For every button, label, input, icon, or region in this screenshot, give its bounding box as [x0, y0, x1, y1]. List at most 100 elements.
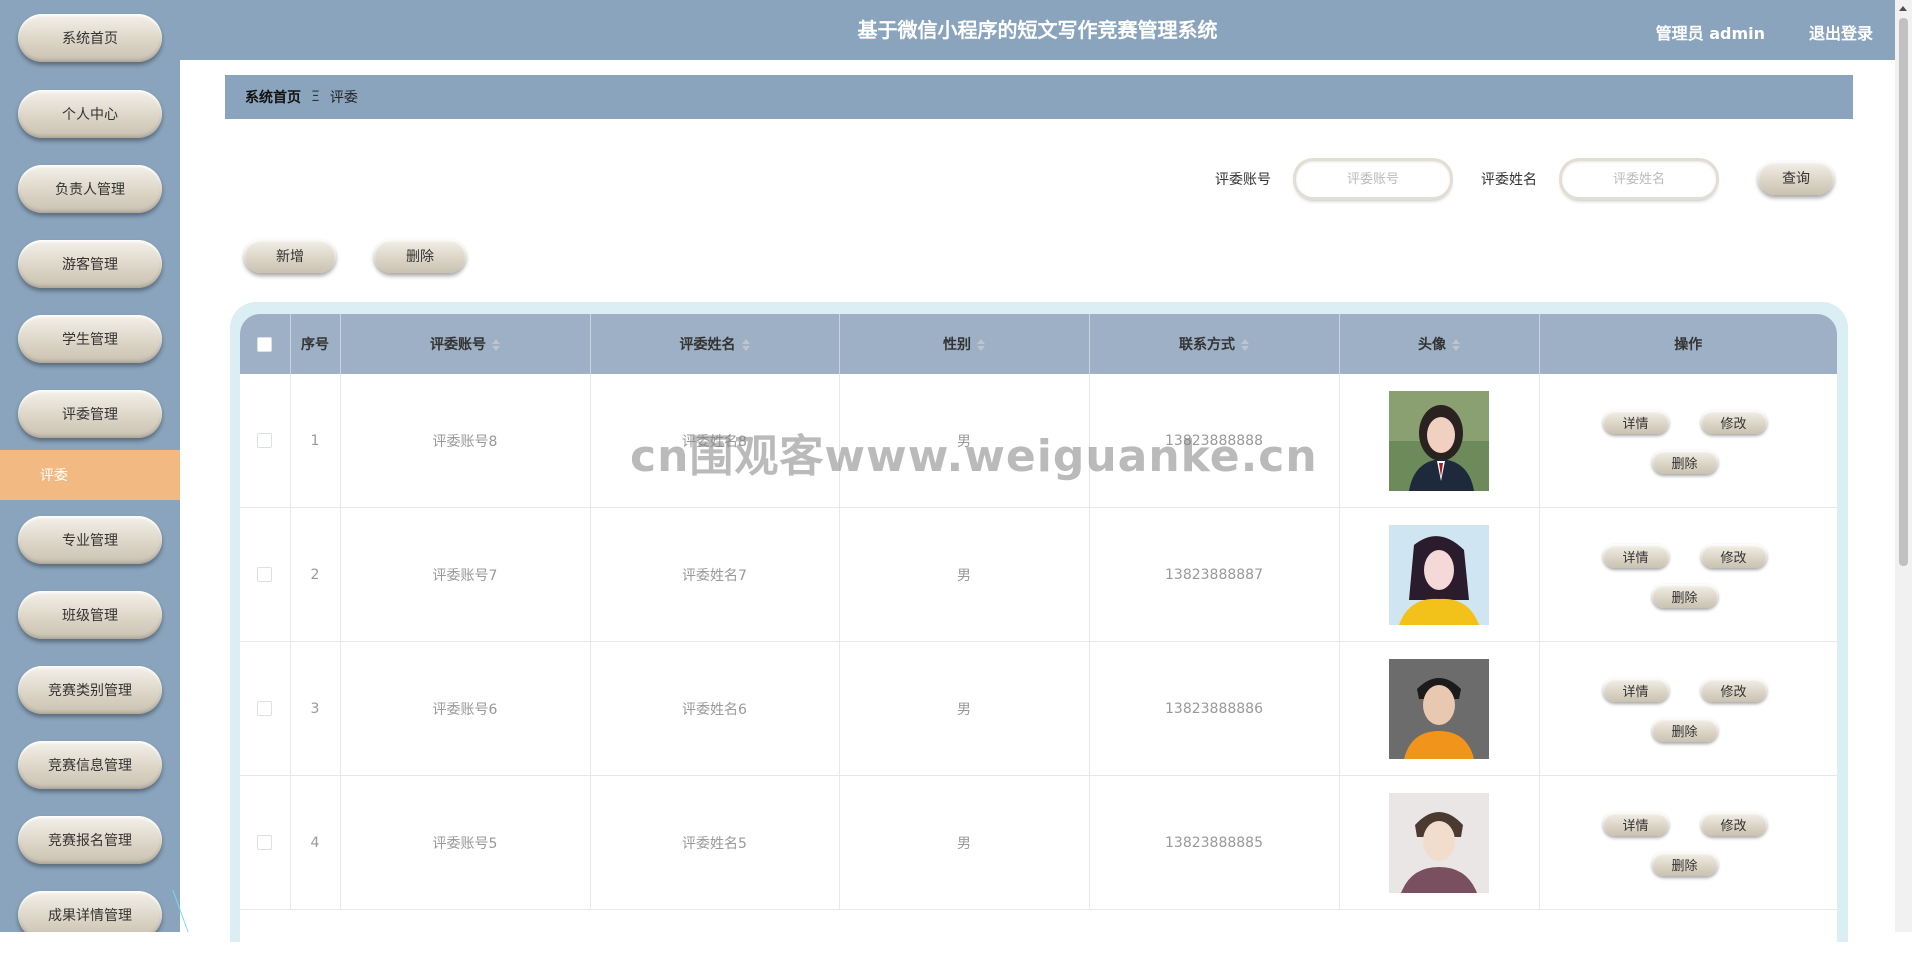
- row-select-cell[interactable]: [240, 374, 291, 508]
- batch-delete-button[interactable]: 删除: [374, 239, 466, 273]
- breadcrumb-home[interactable]: 系统首页: [245, 87, 301, 107]
- edit-button[interactable]: 修改: [1700, 544, 1767, 568]
- detail-button-label: 详情: [1622, 416, 1649, 432]
- row-avatar-cell: [1339, 374, 1540, 508]
- row-account: 评委账号7: [340, 507, 591, 642]
- sidebar-item-competition-signup[interactable]: 竞赛报名管理: [18, 816, 162, 864]
- edit-button-label: 修改: [1720, 684, 1747, 700]
- detail-button[interactable]: 详情: [1602, 410, 1669, 434]
- row-index: 2: [290, 507, 341, 642]
- scroll-up-arrow-icon[interactable]: [1899, 6, 1907, 11]
- sidebar-item-student[interactable]: 学生管理: [18, 315, 162, 363]
- top-header: 基于微信小程序的短文写作竞赛管理系统 管理员 admin 退出登录: [180, 0, 1895, 60]
- row-avatar-cell: [1339, 775, 1540, 910]
- detail-button[interactable]: 详情: [1602, 544, 1669, 568]
- sort-icon[interactable]: [977, 339, 985, 351]
- avatar: [1389, 524, 1489, 625]
- detail-button[interactable]: 详情: [1602, 812, 1669, 836]
- sidebar-subitem-label: 评委: [40, 468, 68, 484]
- row-select-cell[interactable]: [240, 507, 291, 642]
- add-button[interactable]: 新增: [244, 239, 336, 273]
- column-header-label: 性别: [943, 337, 971, 353]
- edit-button[interactable]: 修改: [1700, 410, 1767, 434]
- delete-button[interactable]: 删除: [1651, 852, 1718, 876]
- row-phone: 13823888887: [1089, 507, 1340, 642]
- sidebar-item-label: 负责人管理: [55, 182, 125, 198]
- sidebar-item-visitor[interactable]: 游客管理: [18, 240, 162, 288]
- sidebar-item-class[interactable]: 班级管理: [18, 591, 162, 639]
- sort-icon[interactable]: [1452, 339, 1460, 351]
- breadcrumb-separator-icon: Ξ: [311, 89, 320, 105]
- select-all-cell[interactable]: [240, 314, 291, 374]
- row-checkbox[interactable]: [257, 701, 273, 716]
- column-header-label: 评委姓名: [679, 337, 736, 353]
- column-header-label: 评委账号: [430, 337, 486, 353]
- delete-button-label: 删除: [1671, 724, 1698, 740]
- row-index: 3: [290, 641, 341, 776]
- delete-button[interactable]: 删除: [1651, 450, 1718, 474]
- detail-button-label: 详情: [1622, 818, 1649, 834]
- column-header-gender[interactable]: 性别: [839, 314, 1090, 374]
- sidebar-item-competition-category[interactable]: 竞赛类别管理: [18, 666, 162, 714]
- detail-button-label: 详情: [1622, 684, 1649, 700]
- row-actions-cell: 详情 修改 删除: [1539, 374, 1837, 508]
- name-search-input[interactable]: [1562, 161, 1716, 197]
- column-header-label: 头像: [1418, 337, 1446, 353]
- row-name: 评委姓名7: [590, 507, 840, 642]
- row-select-cell[interactable]: [240, 775, 291, 910]
- avatar: [1389, 390, 1489, 491]
- sidebar-item-judge[interactable]: 评委管理: [18, 390, 162, 438]
- sidebar-item-major[interactable]: 专业管理: [18, 516, 162, 564]
- detail-button-label: 详情: [1622, 550, 1649, 566]
- sidebar-subitem-judge[interactable]: 评委: [0, 450, 180, 500]
- row-gender: 男: [839, 507, 1090, 642]
- row-select-cell[interactable]: [240, 641, 291, 776]
- table-container: 序号 评委账号 评委姓名 性别 联系方式 头像 操作 1 评委账号8 评委姓名8…: [230, 302, 1848, 954]
- page-scrollbar[interactable]: [1895, 0, 1912, 932]
- sidebar-item-result-detail[interactable]: 成果详情管理: [18, 891, 162, 932]
- select-all-checkbox[interactable]: [257, 336, 273, 352]
- row-gender: 男: [839, 641, 1090, 776]
- edit-button[interactable]: 修改: [1700, 678, 1767, 702]
- sidebar-item-label: 个人中心: [62, 107, 118, 123]
- sidebar-item-label: 专业管理: [62, 533, 118, 549]
- account-search-input[interactable]: [1296, 161, 1450, 197]
- sort-icon[interactable]: [741, 339, 750, 351]
- column-header-account[interactable]: 评委账号: [340, 314, 591, 374]
- row-checkbox[interactable]: [257, 567, 273, 582]
- sidebar: 系统首页 个人中心 负责人管理 游客管理 学生管理 评委管理 评委 专业管理 班…: [0, 0, 180, 932]
- batch-delete-button-label: 删除: [406, 249, 434, 265]
- row-index: 1: [290, 374, 341, 508]
- edit-button-label: 修改: [1720, 550, 1747, 566]
- sidebar-item-home[interactable]: 系统首页: [18, 14, 162, 62]
- table-inner: 序号 评委账号 评委姓名 性别 联系方式 头像 操作 1 评委账号8 评委姓名8…: [240, 314, 1837, 954]
- column-header-name[interactable]: 评委姓名: [590, 314, 840, 374]
- sidebar-item-personal-center[interactable]: 个人中心: [18, 90, 162, 138]
- row-checkbox[interactable]: [257, 433, 273, 448]
- row-checkbox[interactable]: [257, 835, 273, 850]
- delete-button-label: 删除: [1671, 456, 1698, 472]
- row-actions-cell: 详情 修改 删除: [1539, 507, 1837, 642]
- sidebar-item-manager[interactable]: 负责人管理: [18, 165, 162, 213]
- query-button[interactable]: 查询: [1758, 161, 1834, 195]
- row-phone: 13823888885: [1089, 775, 1340, 910]
- column-header-avatar[interactable]: 头像: [1339, 314, 1540, 374]
- column-header-label: 序号: [301, 337, 329, 353]
- edit-button[interactable]: 修改: [1700, 812, 1767, 836]
- sidebar-item-label: 班级管理: [62, 608, 118, 624]
- logout-link[interactable]: 退出登录: [1809, 20, 1873, 44]
- delete-button[interactable]: 删除: [1651, 718, 1718, 742]
- sidebar-item-label: 竞赛类别管理: [48, 683, 132, 699]
- delete-button[interactable]: 删除: [1651, 584, 1718, 608]
- edit-button-label: 修改: [1720, 818, 1747, 834]
- sort-icon[interactable]: [1241, 339, 1249, 351]
- table-row: 1 评委账号8 评委姓名8 男 13823888888 详情 修改 删除: [240, 374, 1837, 508]
- avatar: [1389, 658, 1489, 759]
- sidebar-item-competition-info[interactable]: 竞赛信息管理: [18, 741, 162, 789]
- detail-button[interactable]: 详情: [1602, 678, 1669, 702]
- sidebar-item-label: 评委管理: [62, 407, 118, 423]
- row-actions-cell: 详情 修改 删除: [1539, 641, 1837, 776]
- sort-icon[interactable]: [492, 339, 500, 351]
- column-header-phone[interactable]: 联系方式: [1089, 314, 1340, 374]
- scroll-thumb[interactable]: [1899, 18, 1908, 566]
